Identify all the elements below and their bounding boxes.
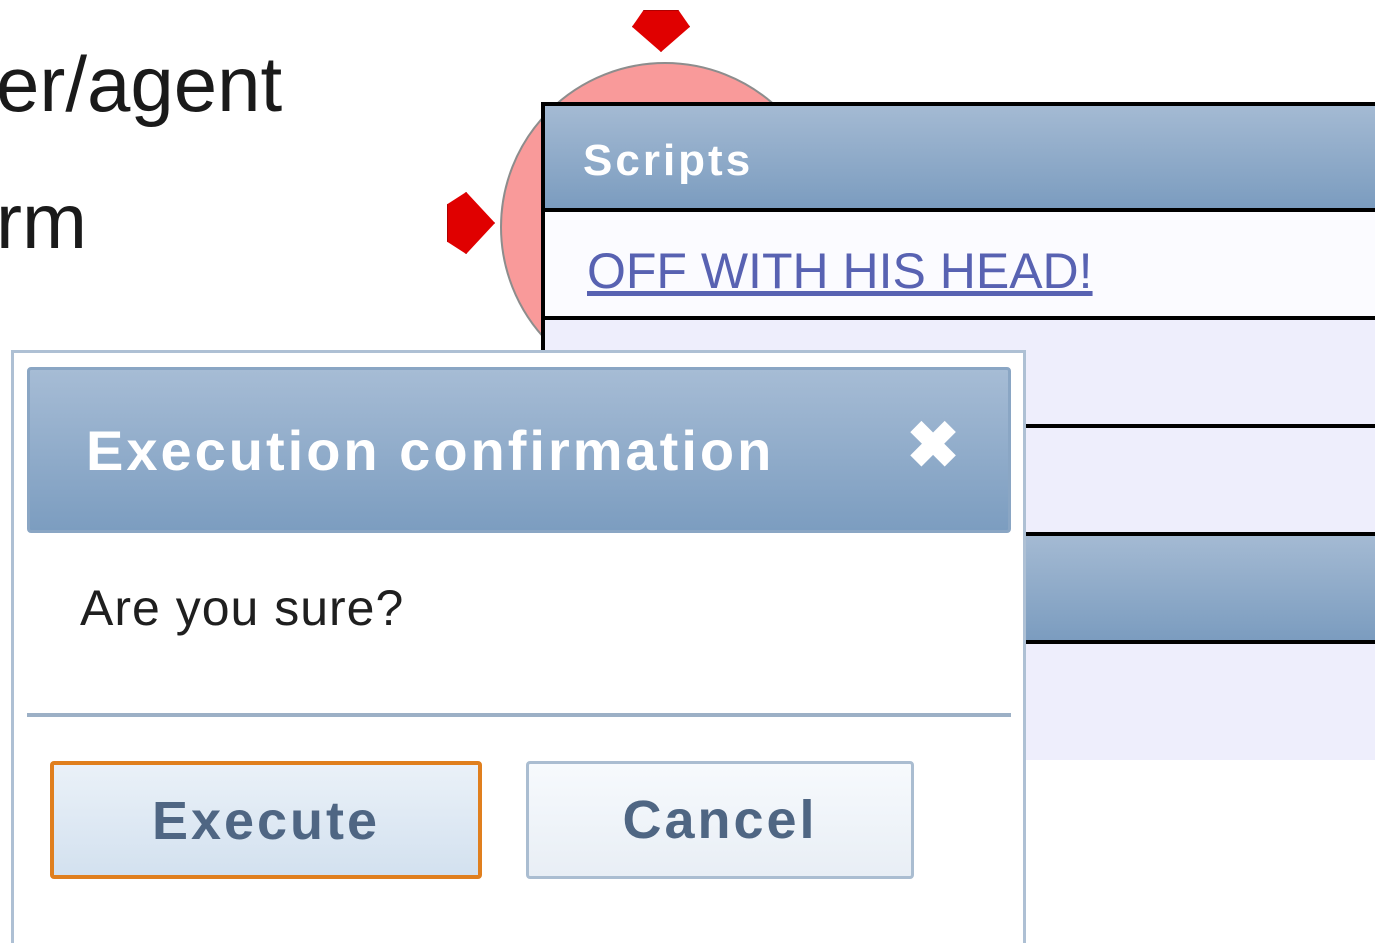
execution-confirmation-dialog: Execution confirmation ✖ Are you sure? E… [11, 350, 1026, 943]
dialog-titlebar[interactable]: Execution confirmation ✖ [27, 367, 1011, 533]
resize-handle-top-icon[interactable] [632, 10, 690, 52]
resize-handle-left-icon[interactable] [447, 192, 495, 254]
scripts-menu-header: Scripts [545, 106, 1375, 212]
script-link-off-with-his-head[interactable]: OFF WITH HIS HEAD! [587, 242, 1093, 300]
background-text-line-2: rm [0, 177, 87, 265]
background-text-line-1: er/agent [0, 40, 283, 128]
cancel-button[interactable]: Cancel [526, 761, 914, 879]
close-icon[interactable]: ✖ [898, 410, 968, 480]
scripts-menu-title: Scripts [583, 136, 754, 185]
screen: er/agent rm Scripts OFF WITH HIS HEAD! r… [0, 0, 1375, 943]
dialog-divider [27, 713, 1011, 717]
dialog-message: Are you sure? [80, 580, 405, 636]
script-item[interactable]: OFF WITH HIS HEAD! [545, 212, 1375, 320]
execute-button[interactable]: Execute [50, 761, 482, 879]
dialog-title: Execution confirmation [86, 419, 775, 482]
